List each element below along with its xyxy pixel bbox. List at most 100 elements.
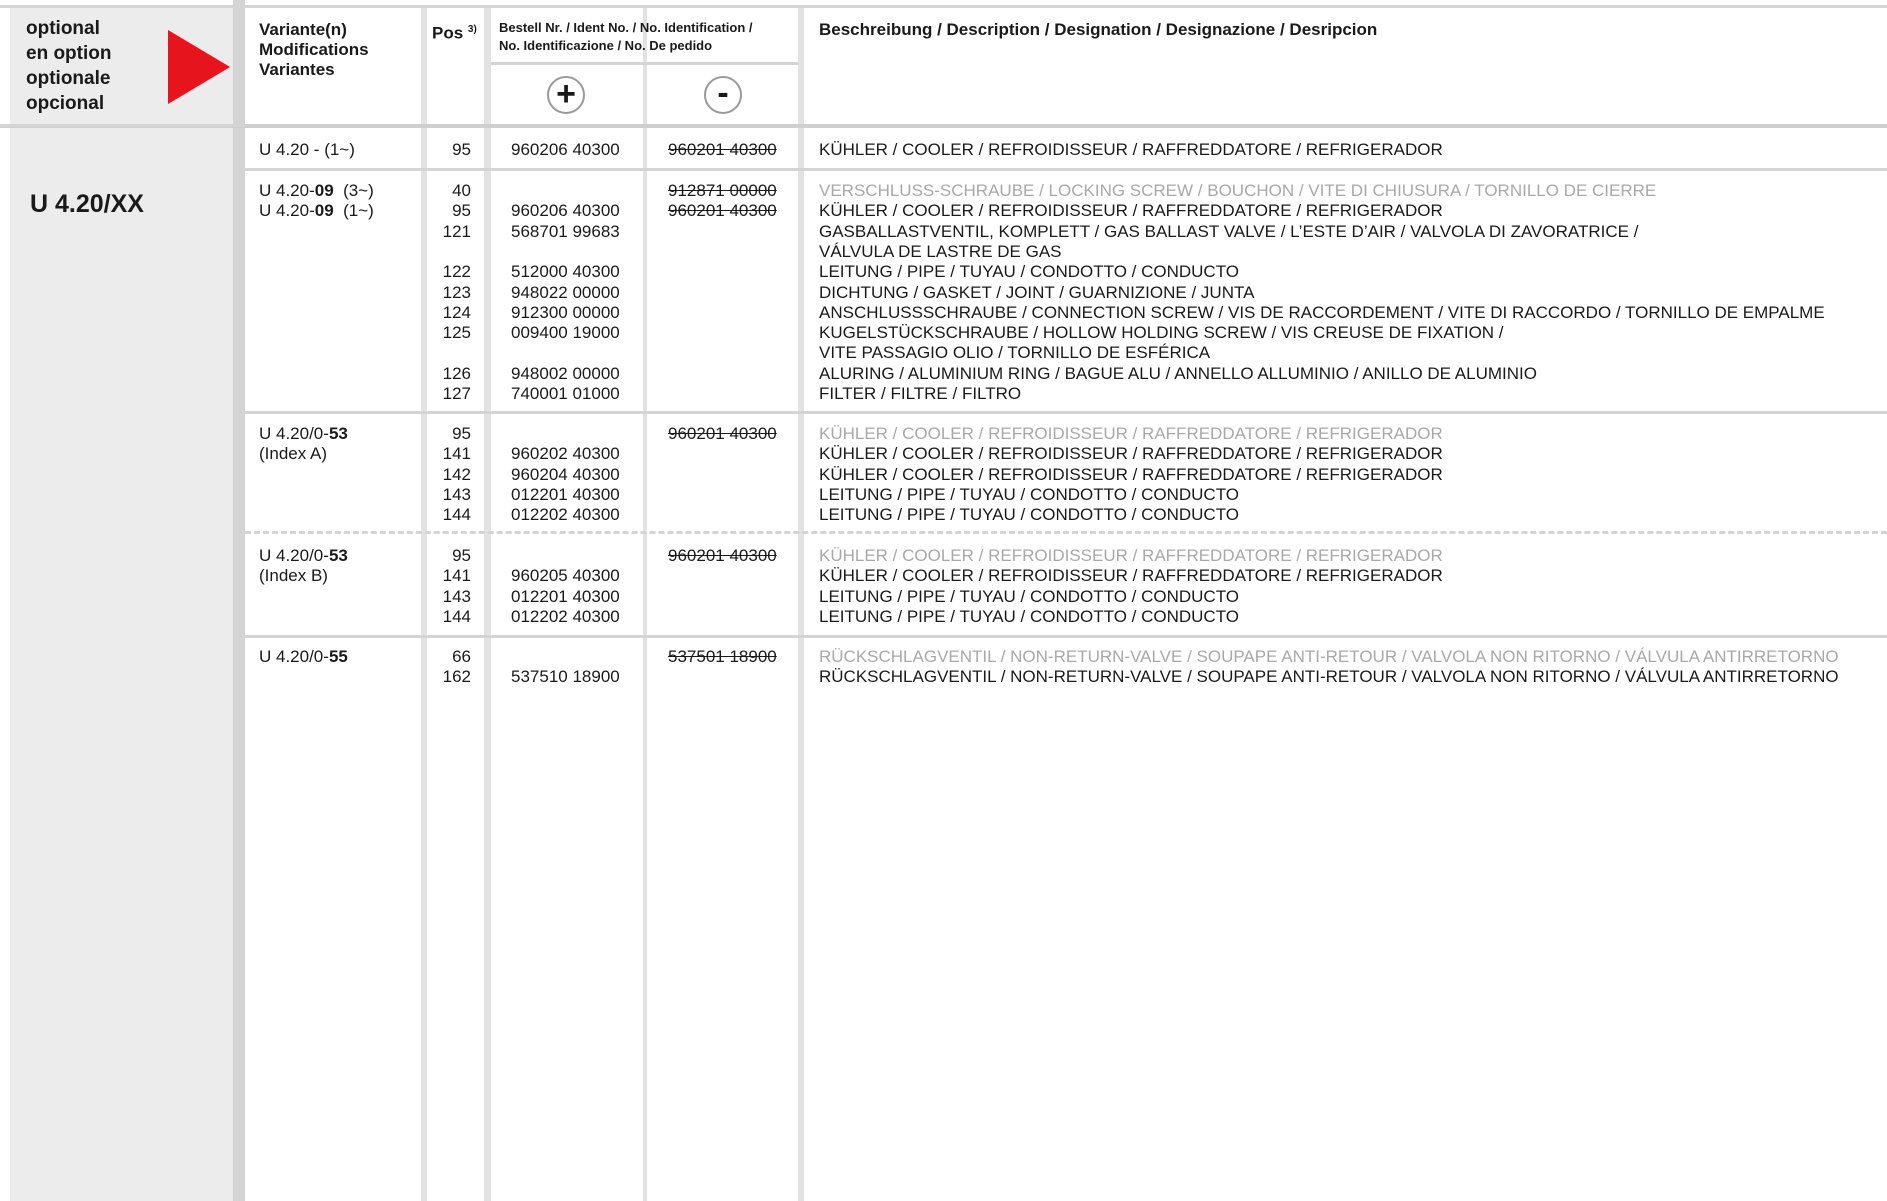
variant-phase: (3~) <box>333 181 374 200</box>
description-cell: KÜHLER / COOLER / REFROIDISSEUR / RAFFRE… <box>819 424 1443 443</box>
description-cell: VÁLVULA DE LASTRE DE GAS <box>819 241 1062 261</box>
description-cell: RÜCKSCHLAGVENTIL / NON-RETURN-VALVE / SO… <box>819 647 1839 666</box>
description-cell: LEITUNG / PIPE / TUYAU / CONDOTTO / COND… <box>819 606 1240 626</box>
add-part-number: 740001 01000 <box>511 384 620 403</box>
side-rule <box>0 124 245 127</box>
add-part-number: 960204 40300 <box>511 464 620 484</box>
column-divider <box>643 8 647 1201</box>
pos-cell: 95 <box>452 424 471 443</box>
variant-header-line: Variante(n) <box>259 20 347 39</box>
parts-table: optional en option optionale opcional U … <box>0 0 1887 1201</box>
variant-code: 53 <box>328 424 348 443</box>
red-arrow-icon <box>168 30 230 104</box>
variant-base: U 4.20/0- <box>259 424 329 443</box>
optional-label: optional en option optionale opcional <box>26 16 111 116</box>
variant-base: (Index B) <box>259 566 328 586</box>
add-part-number: 568701 99683 <box>511 221 620 241</box>
add-part-number: 960205 40300 <box>511 566 620 586</box>
column-divider <box>233 0 245 1201</box>
row-separator-dashed <box>245 531 1887 534</box>
side-panel-bg <box>10 8 233 1201</box>
order-header: Bestell Nr. / Ident No. / No. Identifica… <box>499 19 753 55</box>
header-bottom-rule <box>0 124 1887 128</box>
pos-header-label: Pos <box>432 23 464 43</box>
removed-part-number: 960201 40300 <box>668 546 777 565</box>
removed-part-number: 960201 40300 <box>668 424 777 443</box>
pos-cell: 125 <box>442 323 471 343</box>
add-part-number: 512000 40300 <box>511 262 620 282</box>
removed-part-number: 912871 00000 <box>668 181 777 200</box>
description-cell: LEITUNG / PIPE / TUYAU / CONDOTTO / COND… <box>819 262 1240 282</box>
description-cell: KUGELSTÜCKSCHRAUBE / HOLLOW HOLDING SCRE… <box>819 323 1504 343</box>
order-header-line: No. Identificazione / No. De pedido <box>499 38 713 53</box>
optional-label-line: optionale <box>26 68 111 89</box>
add-part-number: 960202 40300 <box>511 444 620 464</box>
description-cell: FILTER / FILTRE / FILTRO <box>819 384 1022 403</box>
variant-base: U 4.20- <box>259 181 315 200</box>
plus-icon: + <box>547 76 585 114</box>
description-cell: GASBALLASTVENTIL, KOMPLETT / GAS BALLAST… <box>819 221 1639 241</box>
top-rule <box>0 5 1887 8</box>
pos-cell: 123 <box>442 282 471 302</box>
description-cell: KÜHLER / COOLER / REFROIDISSEUR / RAFFRE… <box>819 546 1443 565</box>
description-cell: KÜHLER / COOLER / REFROIDISSEUR / RAFFRE… <box>819 140 1443 159</box>
column-divider <box>798 8 804 1201</box>
pos-footnote: 3) <box>467 24 477 35</box>
removed-part-number: 960201 40300 <box>668 140 777 159</box>
description-cell: KÜHLER / COOLER / REFROIDISSEUR / RAFFRE… <box>819 566 1443 586</box>
type-title: U 4.20/XX <box>30 190 144 218</box>
description-cell: RÜCKSCHLAGVENTIL / NON-RETURN-VALVE / SO… <box>819 667 1839 687</box>
add-part-number: 948002 00000 <box>511 363 620 383</box>
pos-cell: 162 <box>442 667 471 687</box>
order-header-line: Bestell Nr. / Ident No. / No. Identifica… <box>499 20 753 35</box>
variant-label: U 4.20/0-55 <box>259 647 348 667</box>
variant-base: (Index A) <box>259 444 328 464</box>
variant-code: 55 <box>328 647 348 666</box>
add-part-number: 960206 40300 <box>511 201 620 221</box>
description-cell: LEITUNG / PIPE / TUYAU / CONDOTTO / COND… <box>819 586 1240 606</box>
description-cell: VITE PASSAGIO OLIO / TORNILLO DE ESFÉRIC… <box>819 343 1211 363</box>
add-part-number: 012201 40300 <box>511 484 620 504</box>
variant-code: 53 <box>328 546 348 565</box>
variant-label: U 4.20/0-53 <box>259 546 348 566</box>
variant-base: U 4.20/0- <box>259 546 329 565</box>
removed-part-number: 537501 18900 <box>668 647 777 666</box>
add-part-number: 537510 18900 <box>511 667 620 687</box>
description-cell: LEITUNG / PIPE / TUYAU / CONDOTTO / COND… <box>819 505 1240 525</box>
variant-label: U 4.20-09 (3~) <box>259 181 374 201</box>
pos-cell: 143 <box>442 586 471 606</box>
variant-base: U 4.20/0- <box>259 647 329 666</box>
description-cell: ANSCHLUSSSCHRAUBE / CONNECTION SCREW / V… <box>819 302 1825 322</box>
variant-header-line: Modifications <box>259 40 369 59</box>
pos-cell: 95 <box>452 140 471 159</box>
description-cell: KÜHLER / COOLER / REFROIDISSEUR / RAFFRE… <box>819 444 1443 464</box>
variant-code: 09 <box>314 201 334 221</box>
pos-cell: 40 <box>452 181 471 200</box>
optional-label-line: optional <box>26 18 100 39</box>
minus-icon: - <box>704 76 742 114</box>
add-part-number: 012202 40300 <box>511 505 620 525</box>
add-part-number: 012201 40300 <box>511 586 620 606</box>
variant-header: Variante(n) Modifications Variantes <box>259 20 369 80</box>
variant-base: U 4.20- <box>259 201 315 221</box>
variant-base: U 4.20 - (1~) <box>259 140 355 159</box>
column-divider <box>421 8 427 1201</box>
row-separator <box>245 635 1887 638</box>
description-cell: LEITUNG / PIPE / TUYAU / CONDOTTO / COND… <box>819 484 1240 504</box>
add-part-number: 012202 40300 <box>511 606 620 626</box>
description-cell: DICHTUNG / GASKET / JOINT / GUARNIZIONE … <box>819 282 1255 302</box>
add-part-number: 960206 40300 <box>511 140 620 159</box>
pos-cell: 122 <box>442 262 471 282</box>
add-part-number: 009400 19000 <box>511 323 620 343</box>
pos-cell: 141 <box>442 566 471 586</box>
row-separator <box>245 168 1887 171</box>
description-cell: KÜHLER / COOLER / REFROIDISSEUR / RAFFRE… <box>819 464 1443 484</box>
variant-code: 09 <box>314 181 334 200</box>
pos-cell: 142 <box>442 464 471 484</box>
column-divider <box>484 8 491 1201</box>
variant-phase: (1~) <box>333 201 374 221</box>
add-part-number: 948022 00000 <box>511 282 620 302</box>
pos-cell: 144 <box>442 606 471 626</box>
pos-cell: 143 <box>442 484 471 504</box>
variant-label: U 4.20-09 (1~) <box>259 201 374 221</box>
